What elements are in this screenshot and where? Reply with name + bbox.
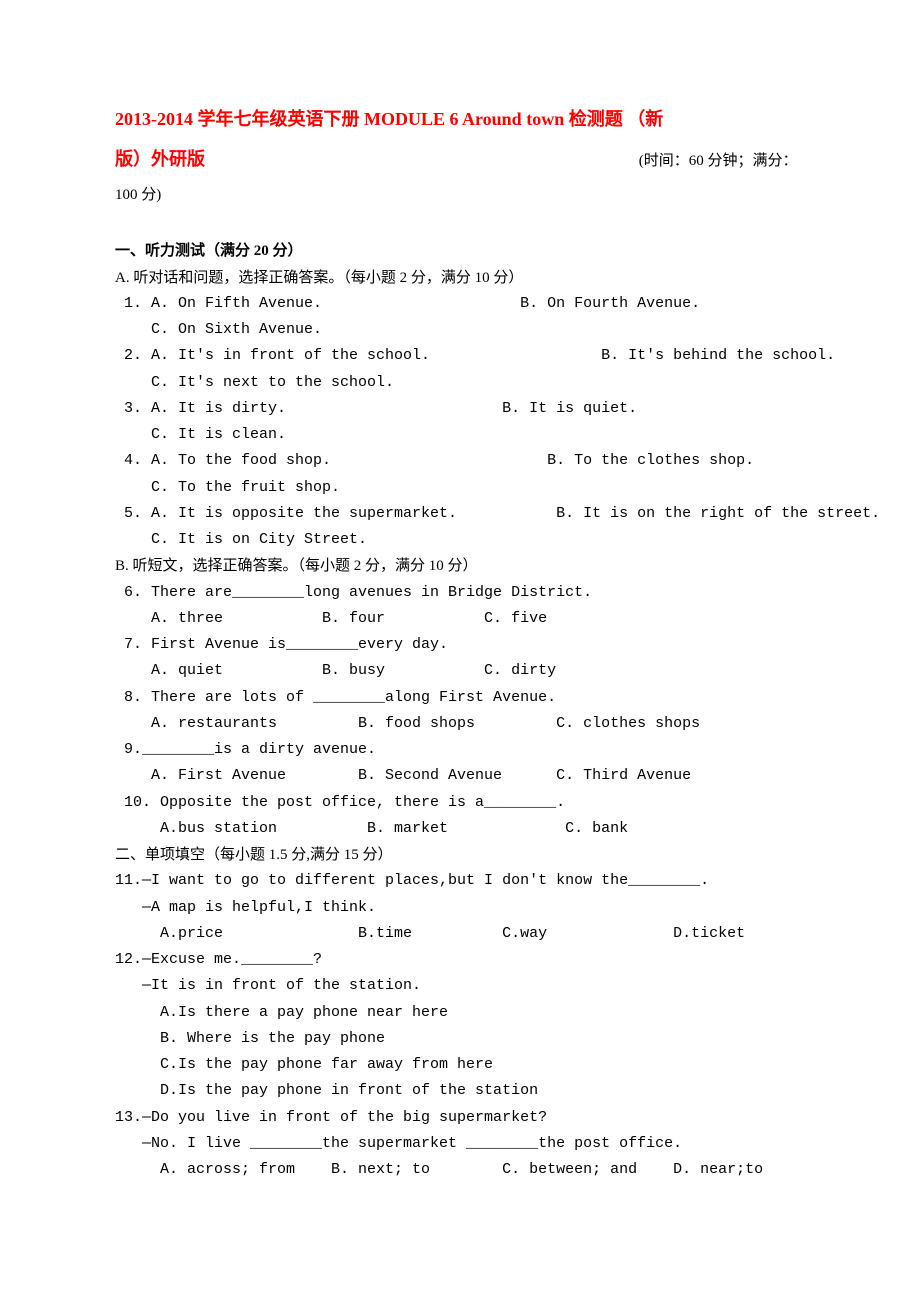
q2-c: C. It's next to the school.	[115, 370, 805, 396]
q9: 9.________is a dirty avenue.	[115, 737, 805, 763]
doc-title-part2: 版）外研版	[115, 149, 205, 169]
q8: 8. There are lots of ________along First…	[115, 685, 805, 711]
title-line-2: 版）外研版 (时间：60 分钟；满分：100 分)	[115, 140, 805, 213]
q4-a-b: 4. A. To the food shop. B. To the clothe…	[115, 448, 805, 474]
q11-a: 11.—I want to go to different places,but…	[115, 868, 805, 894]
q12-opt-c: C.Is the pay phone far away from here	[115, 1052, 805, 1078]
q13-b: —No. I live ________the supermarket ____…	[115, 1131, 805, 1157]
q5-a-b: 5. A. It is opposite the supermarket. B.…	[115, 501, 805, 527]
section-1-header: 一、听力测试（满分 20 分）	[115, 238, 805, 264]
q7: 7. First Avenue is________every day.	[115, 632, 805, 658]
section-2-header: 二、单项填空（每小题 1.5 分,满分 15 分）	[115, 842, 805, 868]
q12-a: 12.—Excuse me.________?	[115, 947, 805, 973]
title-line-1: 2013-2014 学年七年级英语下册 MODULE 6 Around town…	[115, 100, 805, 140]
q1-c: C. On Sixth Avenue.	[115, 317, 805, 343]
q8-options: A. restaurants B. food shops C. clothes …	[115, 711, 805, 737]
q12-opt-d: D.Is the pay phone in front of the stati…	[115, 1078, 805, 1104]
q7-options: A. quiet B. busy C. dirty	[115, 658, 805, 684]
q13-a: 13.—Do you live in front of the big supe…	[115, 1105, 805, 1131]
page-content: 2013-2014 学年七年级英语下册 MODULE 6 Around town…	[115, 100, 805, 1183]
doc-title-part1: 2013-2014 学年七年级英语下册 MODULE 6 Around town…	[115, 109, 663, 129]
q3-c: C. It is clean.	[115, 422, 805, 448]
q13-options: A. across; from B. next; to C. between; …	[115, 1157, 805, 1183]
q10-options: A.bus station B. market C. bank	[115, 816, 805, 842]
q5-c: C. It is on City Street.	[115, 527, 805, 553]
q12-opt-a: A.Is there a pay phone near here	[115, 1000, 805, 1026]
q6: 6. There are________long avenues in Brid…	[115, 580, 805, 606]
q2-a-b: 2. A. It's in front of the school. B. It…	[115, 343, 805, 369]
exam-meta: (时间：60 分钟；满分：100 分)	[115, 153, 798, 204]
section-1a-instructions: A. 听对话和问题，选择正确答案。（每小题 2 分，满分 10 分）	[115, 265, 805, 291]
q12-b: —It is in front of the station.	[115, 973, 805, 999]
q9-options: A. First Avenue B. Second Avenue C. Thir…	[115, 763, 805, 789]
q10: 10. Opposite the post office, there is a…	[115, 790, 805, 816]
q3-a-b: 3. A. It is dirty. B. It is quiet.	[115, 396, 805, 422]
q11-b: —A map is helpful,I think.	[115, 895, 805, 921]
q11-options: A.price B.time C.way D.ticket	[115, 921, 805, 947]
q4-c: C. To the fruit shop.	[115, 475, 805, 501]
q6-options: A. three B. four C. five	[115, 606, 805, 632]
q1-a-b: 1. A. On Fifth Avenue. B. On Fourth Aven…	[115, 291, 805, 317]
section-1b-instructions: B. 听短文，选择正确答案。（每小题 2 分，满分 10 分）	[115, 553, 805, 579]
q12-opt-b: B. Where is the pay phone	[115, 1026, 805, 1052]
